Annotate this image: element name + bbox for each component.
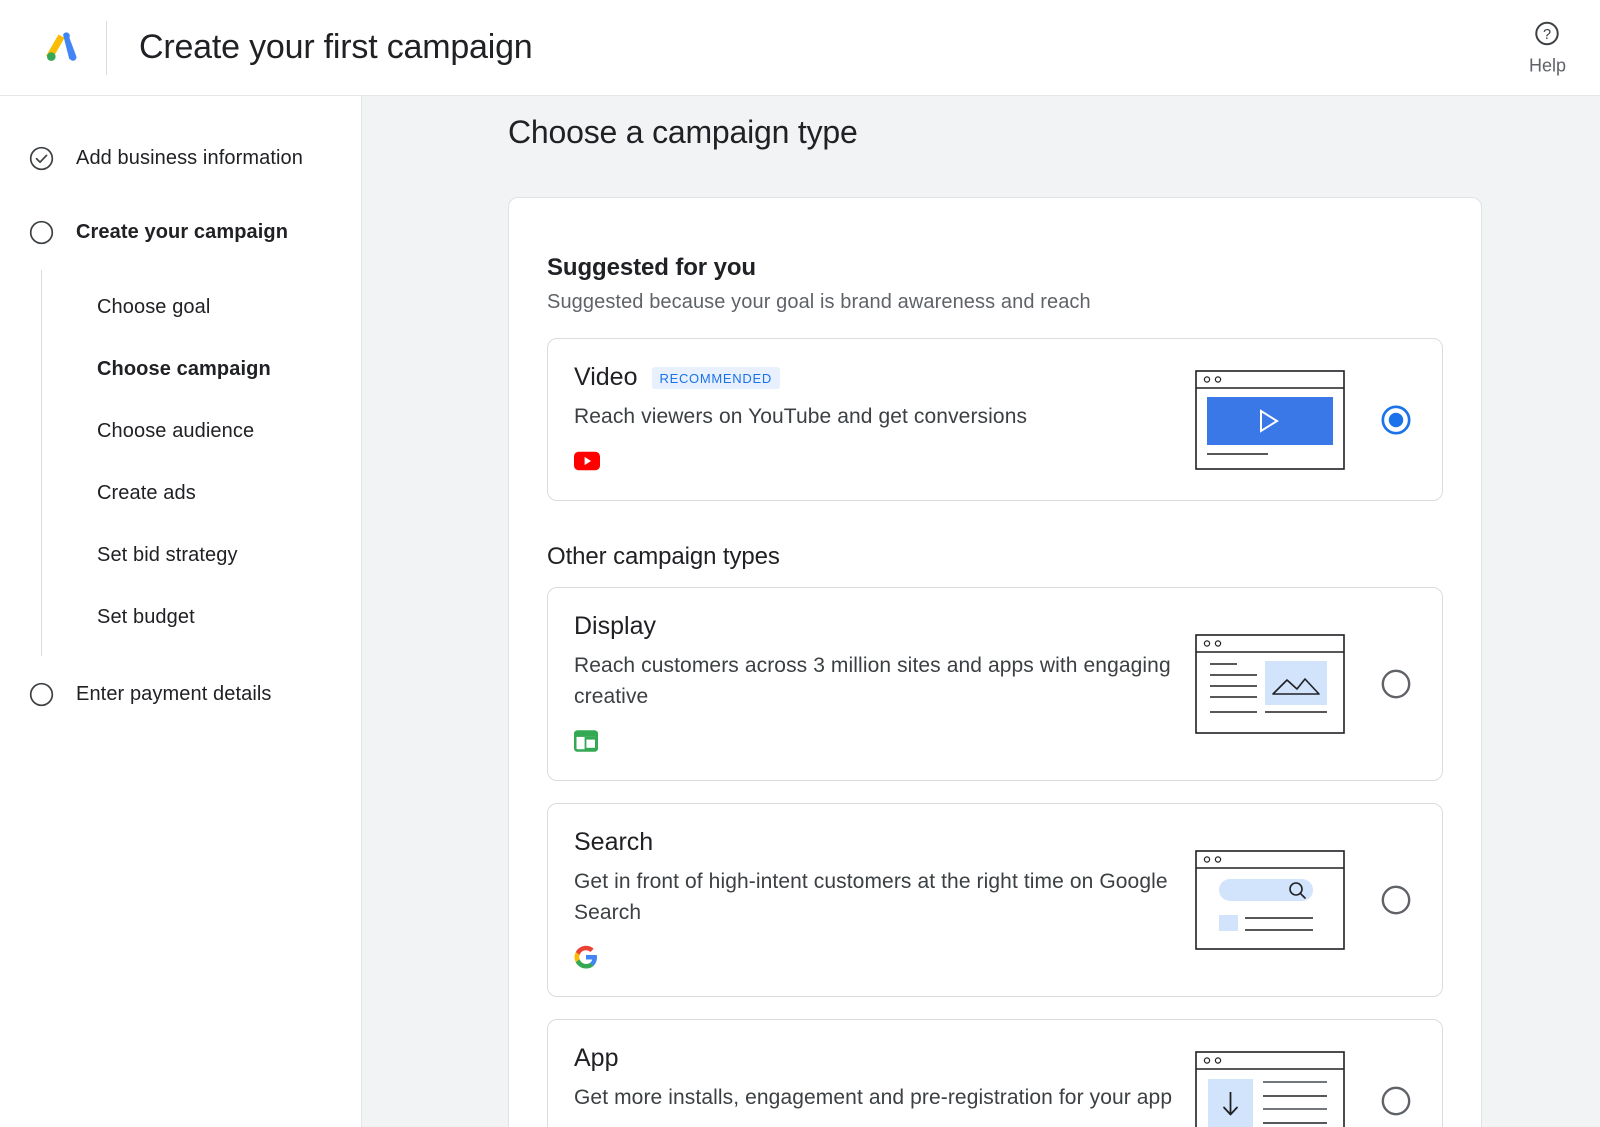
other-section-title: Other campaign types [547,543,1443,571]
sidebar-substep-label: Create ads [97,482,196,505]
sidebar-item-set-budget[interactable]: Set budget [42,586,361,648]
campaign-option-search[interactable]: Search Get in front of high-intent custo… [547,803,1443,997]
campaign-option-description: Get more installs, engagement and pre-re… [574,1082,1174,1113]
campaign-option-radio-app[interactable] [1376,1084,1416,1118]
main-content: Choose a campaign type Suggested for you… [362,96,1600,1127]
help-button[interactable]: ? Help [1529,19,1566,76]
campaign-option-text: Video RECOMMENDED Reach viewers on YouTu… [574,363,1194,476]
campaign-option-title: App [574,1044,618,1073]
circle-icon [28,681,55,708]
campaign-option-text: App Get more installs, engagement and pr… [574,1044,1194,1127]
sidebar-item-set-bid-strategy[interactable]: Set bid strategy [42,524,361,586]
campaign-option-display[interactable]: Display Reach customers across 3 million… [547,587,1443,781]
search-preview-illustration [1194,850,1346,950]
sidebar-step-label: Enter payment details [76,683,272,706]
campaign-option-description: Reach viewers on YouTube and get convers… [574,401,1174,432]
campaign-option-radio-video[interactable] [1376,403,1416,437]
page-title: Create your first campaign [139,28,533,67]
suggested-section-subtitle: Suggested because your goal is brand awa… [547,291,1443,314]
sidebar-step-enter-payment-details[interactable]: Enter payment details [0,670,361,718]
sidebar-item-create-ads[interactable]: Create ads [42,462,361,524]
campaign-option-icons [574,730,1174,756]
display-preview-illustration [1194,634,1346,734]
help-icon: ? [1533,19,1561,52]
campaign-type-panel: Suggested for you Suggested because your… [508,197,1482,1127]
sidebar-step-label: Create your campaign [76,221,288,244]
top-bar: Create your first campaign ? Help [0,0,1600,96]
sidebar-step-label: Add business information [76,147,303,170]
campaign-option-title: Video [574,363,638,392]
campaign-option-video[interactable]: Video RECOMMENDED Reach viewers on YouTu… [547,338,1443,501]
help-label: Help [1529,55,1566,76]
campaign-option-title: Display [574,612,656,641]
campaign-option-icons [574,946,1174,972]
sidebar-step-create-your-campaign[interactable]: Create your campaign [0,208,361,256]
sidebar-item-choose-goal[interactable]: Choose goal [42,276,361,338]
campaign-option-radio-search[interactable] [1376,883,1416,917]
campaign-option-icons [574,450,1174,476]
campaign-option-text: Search Get in front of high-intent custo… [574,828,1194,972]
check-circle-icon [28,145,55,172]
video-preview-illustration [1194,370,1346,470]
sidebar-substep-label: Set bid strategy [97,544,238,567]
svg-text:?: ? [1543,26,1551,42]
sidebar-substep-label: Choose audience [97,420,254,443]
sidebar-substep-label: Choose goal [97,296,210,319]
circle-icon [28,219,55,246]
campaign-option-app[interactable]: App Get more installs, engagement and pr… [547,1019,1443,1127]
google-icon [574,945,598,974]
google-ads-logo[interactable] [38,25,84,71]
campaign-option-radio-display[interactable] [1376,667,1416,701]
suggested-section-title: Suggested for you [547,254,1443,282]
campaign-option-description: Get in front of high-intent customers at… [574,866,1174,928]
sidebar-item-choose-audience[interactable]: Choose audience [42,400,361,462]
sidebar-substep-label: Set budget [97,606,195,629]
app-preview-illustration [1194,1051,1346,1127]
sidebar-substeps: Choose goal Choose campaign Choose audie… [41,270,361,656]
youtube-icon [574,451,600,476]
sidebar-substep-label: Choose campaign [97,358,271,381]
sidebar: Add business information Create your cam… [0,96,362,1127]
header-divider [106,21,107,75]
sidebar-step-add-business-information[interactable]: Add business information [0,134,361,182]
recommended-badge: RECOMMENDED [652,367,780,389]
display-ads-icon [574,730,598,757]
sidebar-item-choose-campaign[interactable]: Choose campaign [42,338,361,400]
campaign-option-title: Search [574,828,653,857]
campaign-option-text: Display Reach customers across 3 million… [574,612,1194,756]
campaign-option-description: Reach customers across 3 million sites a… [574,650,1174,712]
content-heading: Choose a campaign type [508,114,1600,151]
